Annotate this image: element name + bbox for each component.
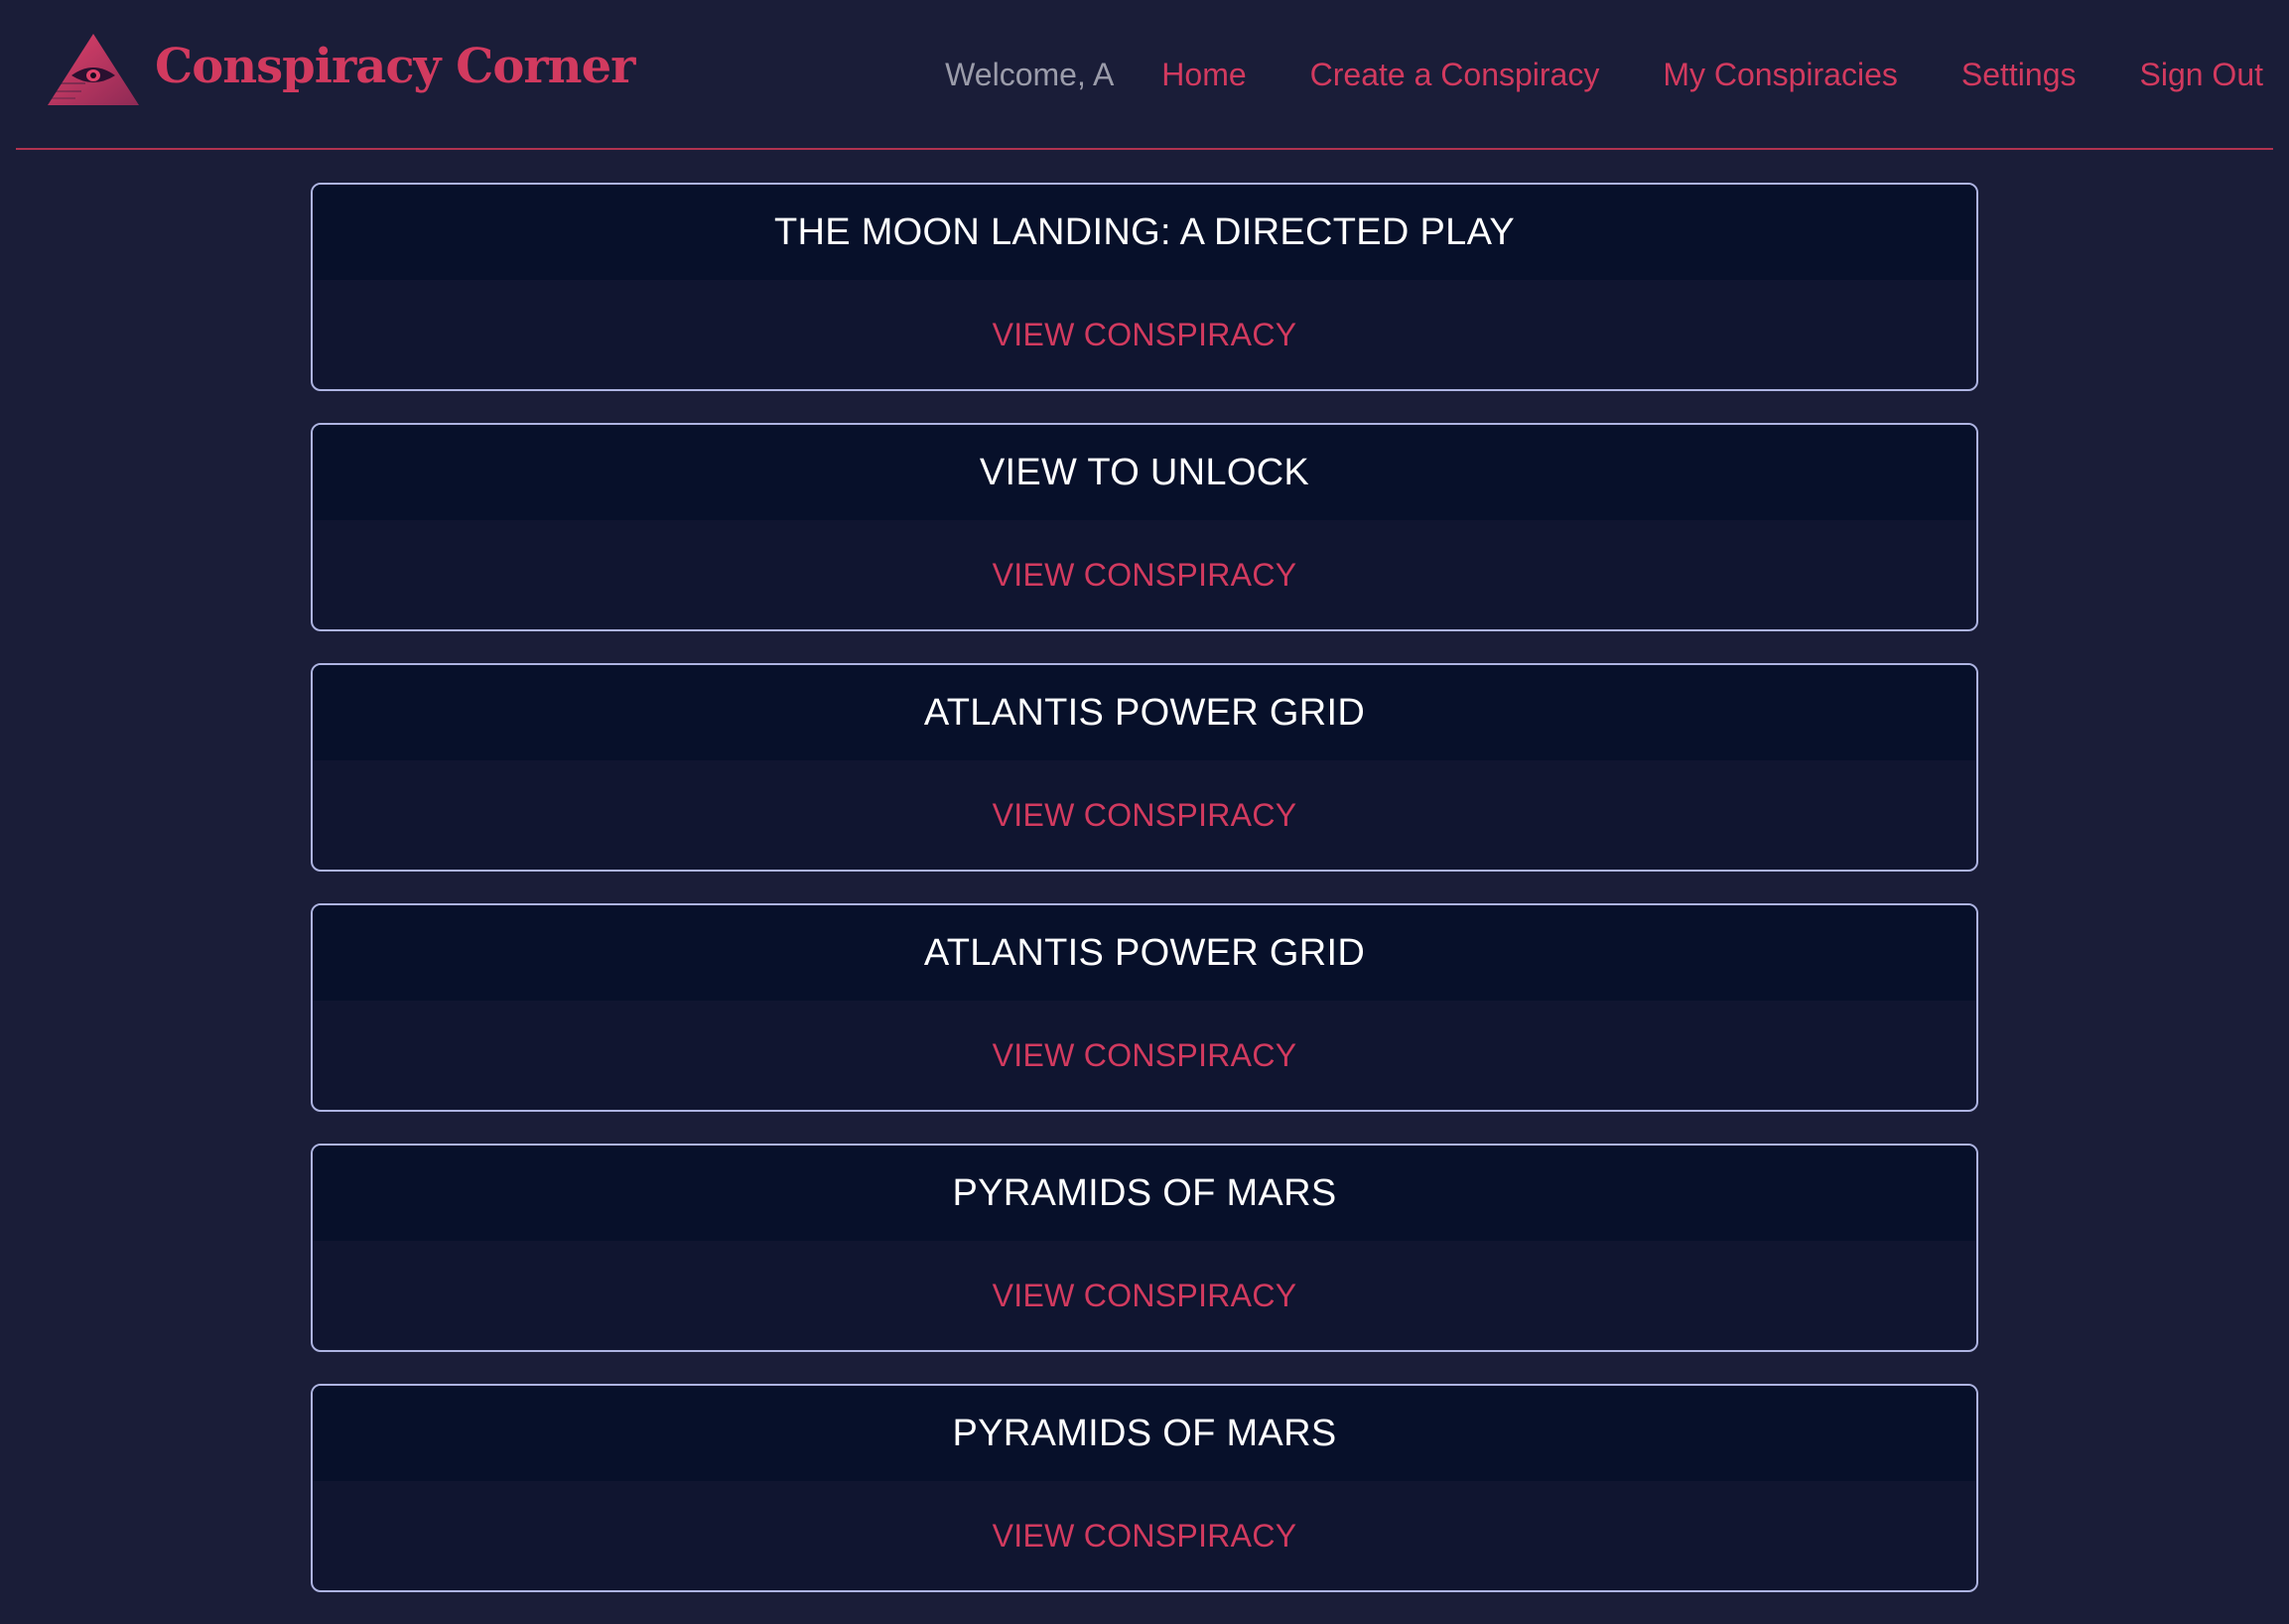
- main-nav: Welcome, A Home Create a Conspiracy My C…: [945, 50, 2263, 99]
- conspiracy-card: THE MOON LANDING: A DIRECTED PLAY VIEW C…: [311, 183, 1978, 391]
- conspiracy-card-body: VIEW CONSPIRACY: [313, 1001, 1976, 1110]
- view-conspiracy-link[interactable]: VIEW CONSPIRACY: [993, 1278, 1297, 1314]
- conspiracy-card-body: VIEW CONSPIRACY: [313, 520, 1976, 629]
- conspiracy-title: ATLANTIS POWER GRID: [313, 905, 1976, 1001]
- welcome-text: Welcome, A: [945, 56, 1115, 92]
- all-seeing-eye-pyramid-icon: [48, 34, 139, 105]
- conspiracy-list: THE MOON LANDING: A DIRECTED PLAY VIEW C…: [311, 183, 1978, 1624]
- nav-sign-out-link[interactable]: Sign Out: [2139, 57, 2263, 93]
- navbar: Conspiracy Corner Welcome, A Home Create…: [0, 0, 2289, 150]
- view-conspiracy-link[interactable]: VIEW CONSPIRACY: [993, 317, 1297, 353]
- header-divider: [16, 148, 2273, 150]
- conspiracy-title: PYRAMIDS OF MARS: [313, 1146, 1976, 1241]
- nav-create-conspiracy-link[interactable]: Create a Conspiracy: [1310, 57, 1600, 93]
- conspiracy-card-body: VIEW CONSPIRACY: [313, 760, 1976, 870]
- nav-my-conspiracies-link[interactable]: My Conspiracies: [1663, 57, 1898, 93]
- conspiracy-card: ATLANTIS POWER GRID VIEW CONSPIRACY: [311, 903, 1978, 1112]
- view-conspiracy-link[interactable]: VIEW CONSPIRACY: [993, 1518, 1297, 1555]
- conspiracy-card: PYRAMIDS OF MARS VIEW CONSPIRACY: [311, 1384, 1978, 1592]
- conspiracy-card-body: VIEW CONSPIRACY: [313, 1241, 1976, 1350]
- conspiracy-card-body: VIEW CONSPIRACY: [313, 1481, 1976, 1590]
- nav-settings-link[interactable]: Settings: [1961, 57, 2077, 93]
- conspiracy-card-body: VIEW CONSPIRACY: [313, 280, 1976, 389]
- conspiracy-card: PYRAMIDS OF MARS VIEW CONSPIRACY: [311, 1144, 1978, 1352]
- brand-home-link[interactable]: Conspiracy Corner: [46, 32, 635, 107]
- conspiracy-title: ATLANTIS POWER GRID: [313, 665, 1976, 760]
- view-conspiracy-link[interactable]: VIEW CONSPIRACY: [993, 797, 1297, 834]
- conspiracy-title: VIEW TO UNLOCK: [313, 425, 1976, 520]
- conspiracy-title: PYRAMIDS OF MARS: [313, 1386, 1976, 1481]
- conspiracy-title: THE MOON LANDING: A DIRECTED PLAY: [313, 185, 1976, 280]
- view-conspiracy-link[interactable]: VIEW CONSPIRACY: [993, 1037, 1297, 1074]
- view-conspiracy-link[interactable]: VIEW CONSPIRACY: [993, 557, 1297, 594]
- conspiracy-card: VIEW TO UNLOCK VIEW CONSPIRACY: [311, 423, 1978, 631]
- conspiracy-card: ATLANTIS POWER GRID VIEW CONSPIRACY: [311, 663, 1978, 872]
- brand-name: Conspiracy Corner: [155, 39, 635, 94]
- nav-home-link[interactable]: Home: [1161, 57, 1246, 93]
